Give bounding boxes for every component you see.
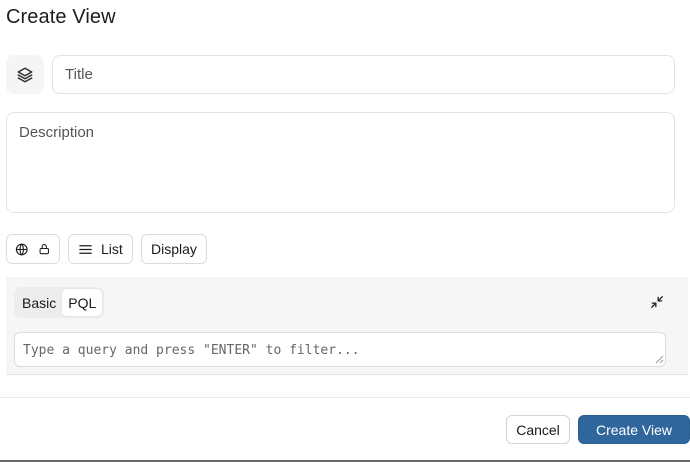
view-icon-button[interactable] xyxy=(6,55,44,94)
query-panel: Basic PQL xyxy=(6,277,688,375)
visibility-toggle[interactable] xyxy=(6,234,60,264)
layers-icon xyxy=(17,67,33,82)
resize-grip-icon[interactable] xyxy=(655,355,664,364)
cancel-button[interactable]: Cancel xyxy=(506,415,570,444)
query-mode-tabs: Basic PQL xyxy=(14,287,105,318)
lock-icon xyxy=(40,244,50,255)
tab-basic[interactable]: Basic xyxy=(16,289,62,316)
create-view-button[interactable]: Create View xyxy=(578,415,690,444)
layout-label: List xyxy=(101,241,123,257)
layout-button[interactable]: List xyxy=(68,234,133,264)
title-input[interactable] xyxy=(52,55,675,94)
dialog-title: Create View xyxy=(6,6,116,28)
list-icon xyxy=(79,244,92,254)
query-input[interactable] xyxy=(14,332,666,367)
footer-divider xyxy=(0,397,690,398)
display-label: Display xyxy=(151,241,197,257)
tab-pql[interactable]: PQL xyxy=(62,289,103,316)
description-input[interactable] xyxy=(6,112,675,213)
collapse-button[interactable] xyxy=(650,295,664,314)
display-button[interactable]: Display xyxy=(141,234,207,264)
minimize-icon xyxy=(651,296,663,308)
globe-icon xyxy=(15,242,28,256)
